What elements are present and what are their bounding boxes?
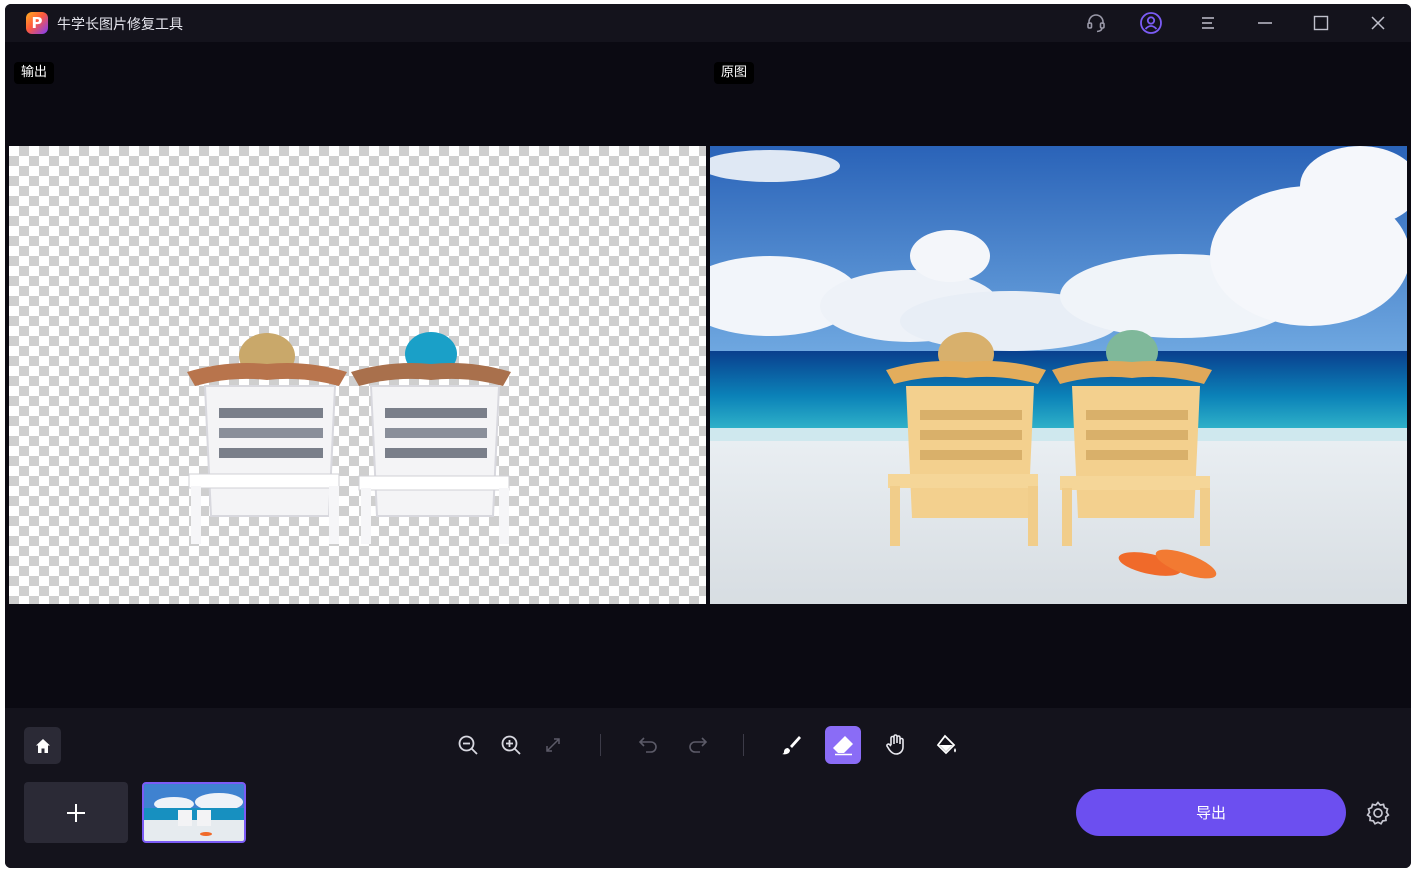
fit-screen-button[interactable] bbox=[535, 726, 571, 764]
undo-icon bbox=[638, 737, 657, 753]
headset-icon[interactable] bbox=[1081, 8, 1111, 38]
canvas-area: 输出 原图 bbox=[5, 42, 1411, 708]
redo-button[interactable] bbox=[679, 726, 715, 764]
export-button[interactable]: 导出 bbox=[1076, 789, 1346, 836]
zoom-out-icon bbox=[458, 735, 478, 755]
app-title: 牛学长图片修复工具 bbox=[57, 17, 183, 33]
eraser-button[interactable] bbox=[825, 726, 861, 764]
zoom-in-icon bbox=[501, 735, 521, 755]
minimize-icon[interactable] bbox=[1250, 8, 1280, 38]
fill-button[interactable] bbox=[929, 726, 965, 764]
hand-button[interactable] bbox=[878, 726, 914, 764]
output-label: 输出 bbox=[14, 62, 55, 84]
eraser-icon bbox=[833, 736, 853, 756]
gear-icon bbox=[1366, 801, 1390, 825]
settings-button[interactable] bbox=[1363, 798, 1393, 828]
menu-icon[interactable] bbox=[1193, 8, 1223, 38]
add-image-button[interactable] bbox=[24, 782, 128, 843]
close-icon[interactable] bbox=[1363, 8, 1393, 38]
toolbar-divider bbox=[743, 734, 744, 756]
original-label: 原图 bbox=[714, 62, 755, 84]
brush-button[interactable] bbox=[773, 726, 809, 764]
title-bar: P 牛学长图片修复工具 bbox=[5, 4, 1411, 42]
image-thumbnail[interactable] bbox=[142, 782, 246, 843]
fit-screen-icon bbox=[546, 738, 560, 752]
output-cutout-image bbox=[187, 332, 511, 544]
bottom-toolbar: 导出 bbox=[5, 708, 1411, 868]
brush-icon bbox=[782, 736, 801, 755]
original-preview[interactable] bbox=[710, 146, 1407, 604]
thumbnail-image bbox=[144, 784, 244, 841]
home-button[interactable] bbox=[24, 727, 61, 764]
account-icon[interactable] bbox=[1136, 8, 1166, 38]
home-icon bbox=[35, 738, 50, 753]
redo-icon bbox=[689, 737, 708, 753]
zoom-in-button[interactable] bbox=[493, 726, 529, 764]
plus-icon bbox=[67, 803, 85, 822]
app-logo-letter: P bbox=[31, 14, 43, 32]
hand-icon bbox=[886, 734, 904, 755]
zoom-out-button[interactable] bbox=[450, 726, 486, 764]
output-preview[interactable] bbox=[9, 146, 706, 604]
app-logo: P bbox=[26, 12, 48, 34]
toolbar-divider bbox=[600, 734, 601, 756]
original-beach-image bbox=[710, 146, 1407, 604]
maximize-icon[interactable] bbox=[1306, 8, 1336, 38]
undo-button[interactable] bbox=[631, 726, 667, 764]
app-window: P 牛学长图片修复工具 输出 原图 导出 bbox=[5, 4, 1411, 868]
fill-icon bbox=[936, 734, 956, 755]
